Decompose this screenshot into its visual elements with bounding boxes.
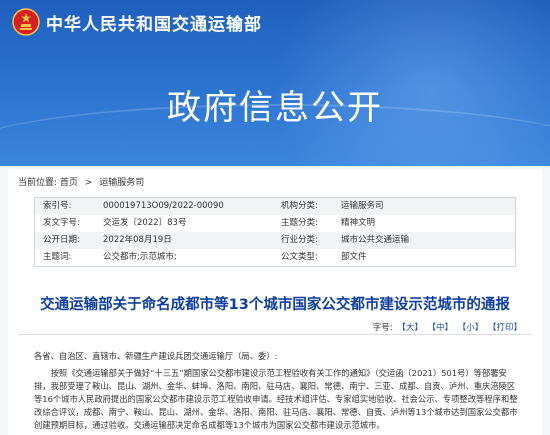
meta-value: 部文件 [341,252,367,262]
header-banner: 中华人民共和国交通运输部 政府信息公开 [0,0,550,166]
document-salutation: 各省、自治区、直辖市、新疆生产建设兵团交通运输厅（局、委）: [34,351,278,361]
breadcrumb-separator: > [84,178,93,188]
meta-key: 索引号: [43,201,72,211]
meta-key: 主题分类: [281,218,318,228]
print-link[interactable]: 【打印】 [488,323,522,333]
font-size-medium-link[interactable]: 【中】 [428,323,454,333]
ministry-name[interactable]: 中华人民共和国交通运输部 [46,10,262,35]
meta-value: 000019713O09/2022-00090 [103,201,224,211]
breadcrumb-label: 当前位置: [18,178,58,188]
meta-value: 精神文明 [341,218,376,228]
meta-row: 公开日期: 2022年08月19日 行业分类: 城市公共交通运输 [35,232,515,249]
meta-row: 索引号: 000019713O09/2022-00090 机构分类: 运输服务司 [35,198,515,215]
content-card: 当前位置: 首页 > 运输服务司 索引号: 000019713O09/2022-… [8,169,542,435]
meta-value: 城市公共交通运输 [341,235,410,245]
document-title: 交通运输部关于命名成都市等13个城市国家公交都市建设示范城市的通报 [40,297,510,313]
breadcrumb: 当前位置: 首页 > 运输服务司 [18,175,144,188]
metadata-table: 索引号: 000019713O09/2022-00090 机构分类: 运输服务司… [34,197,516,267]
meta-row: 发文字号: 交运发〔2022〕83号 主题分类: 精神文明 [35,215,515,232]
meta-value: 交运发〔2022〕83号 [103,218,187,228]
divider [18,334,532,335]
meta-key: 行业分类: [281,235,318,245]
meta-row: 主题词: 公交都市;示范城市; 公文类型: 部文件 [35,249,515,266]
page-title: 政府信息公开 [167,88,383,128]
meta-value: 2022年08月19日 [103,235,172,245]
meta-key: 公文类型: [281,252,318,262]
meta-value: 公交都市;示范城市; [103,252,177,262]
meta-key: 公开日期: [43,235,80,245]
meta-key: 发文字号: [43,218,80,228]
breadcrumb-department-link[interactable]: 运输服务司 [99,178,144,188]
font-size-small-link[interactable]: 【小】 [458,323,484,333]
font-size-label: 字号: [372,323,393,333]
meta-value: 运输服务司 [341,201,384,211]
document-body: 按照《交通运输部关于做好“十三五”期国家公交都市建设示范工程验收有关工作的通知》… [34,368,518,430]
meta-key: 机构分类: [281,201,318,211]
national-emblem-icon[interactable] [12,8,40,36]
meta-key: 主题词: [43,252,72,262]
font-size-controls: 字号: 【大】 【中】 【小】 【打印】 [373,321,522,333]
font-size-large-link[interactable]: 【大】 [397,323,423,333]
breadcrumb-home-link[interactable]: 首页 [60,178,78,188]
